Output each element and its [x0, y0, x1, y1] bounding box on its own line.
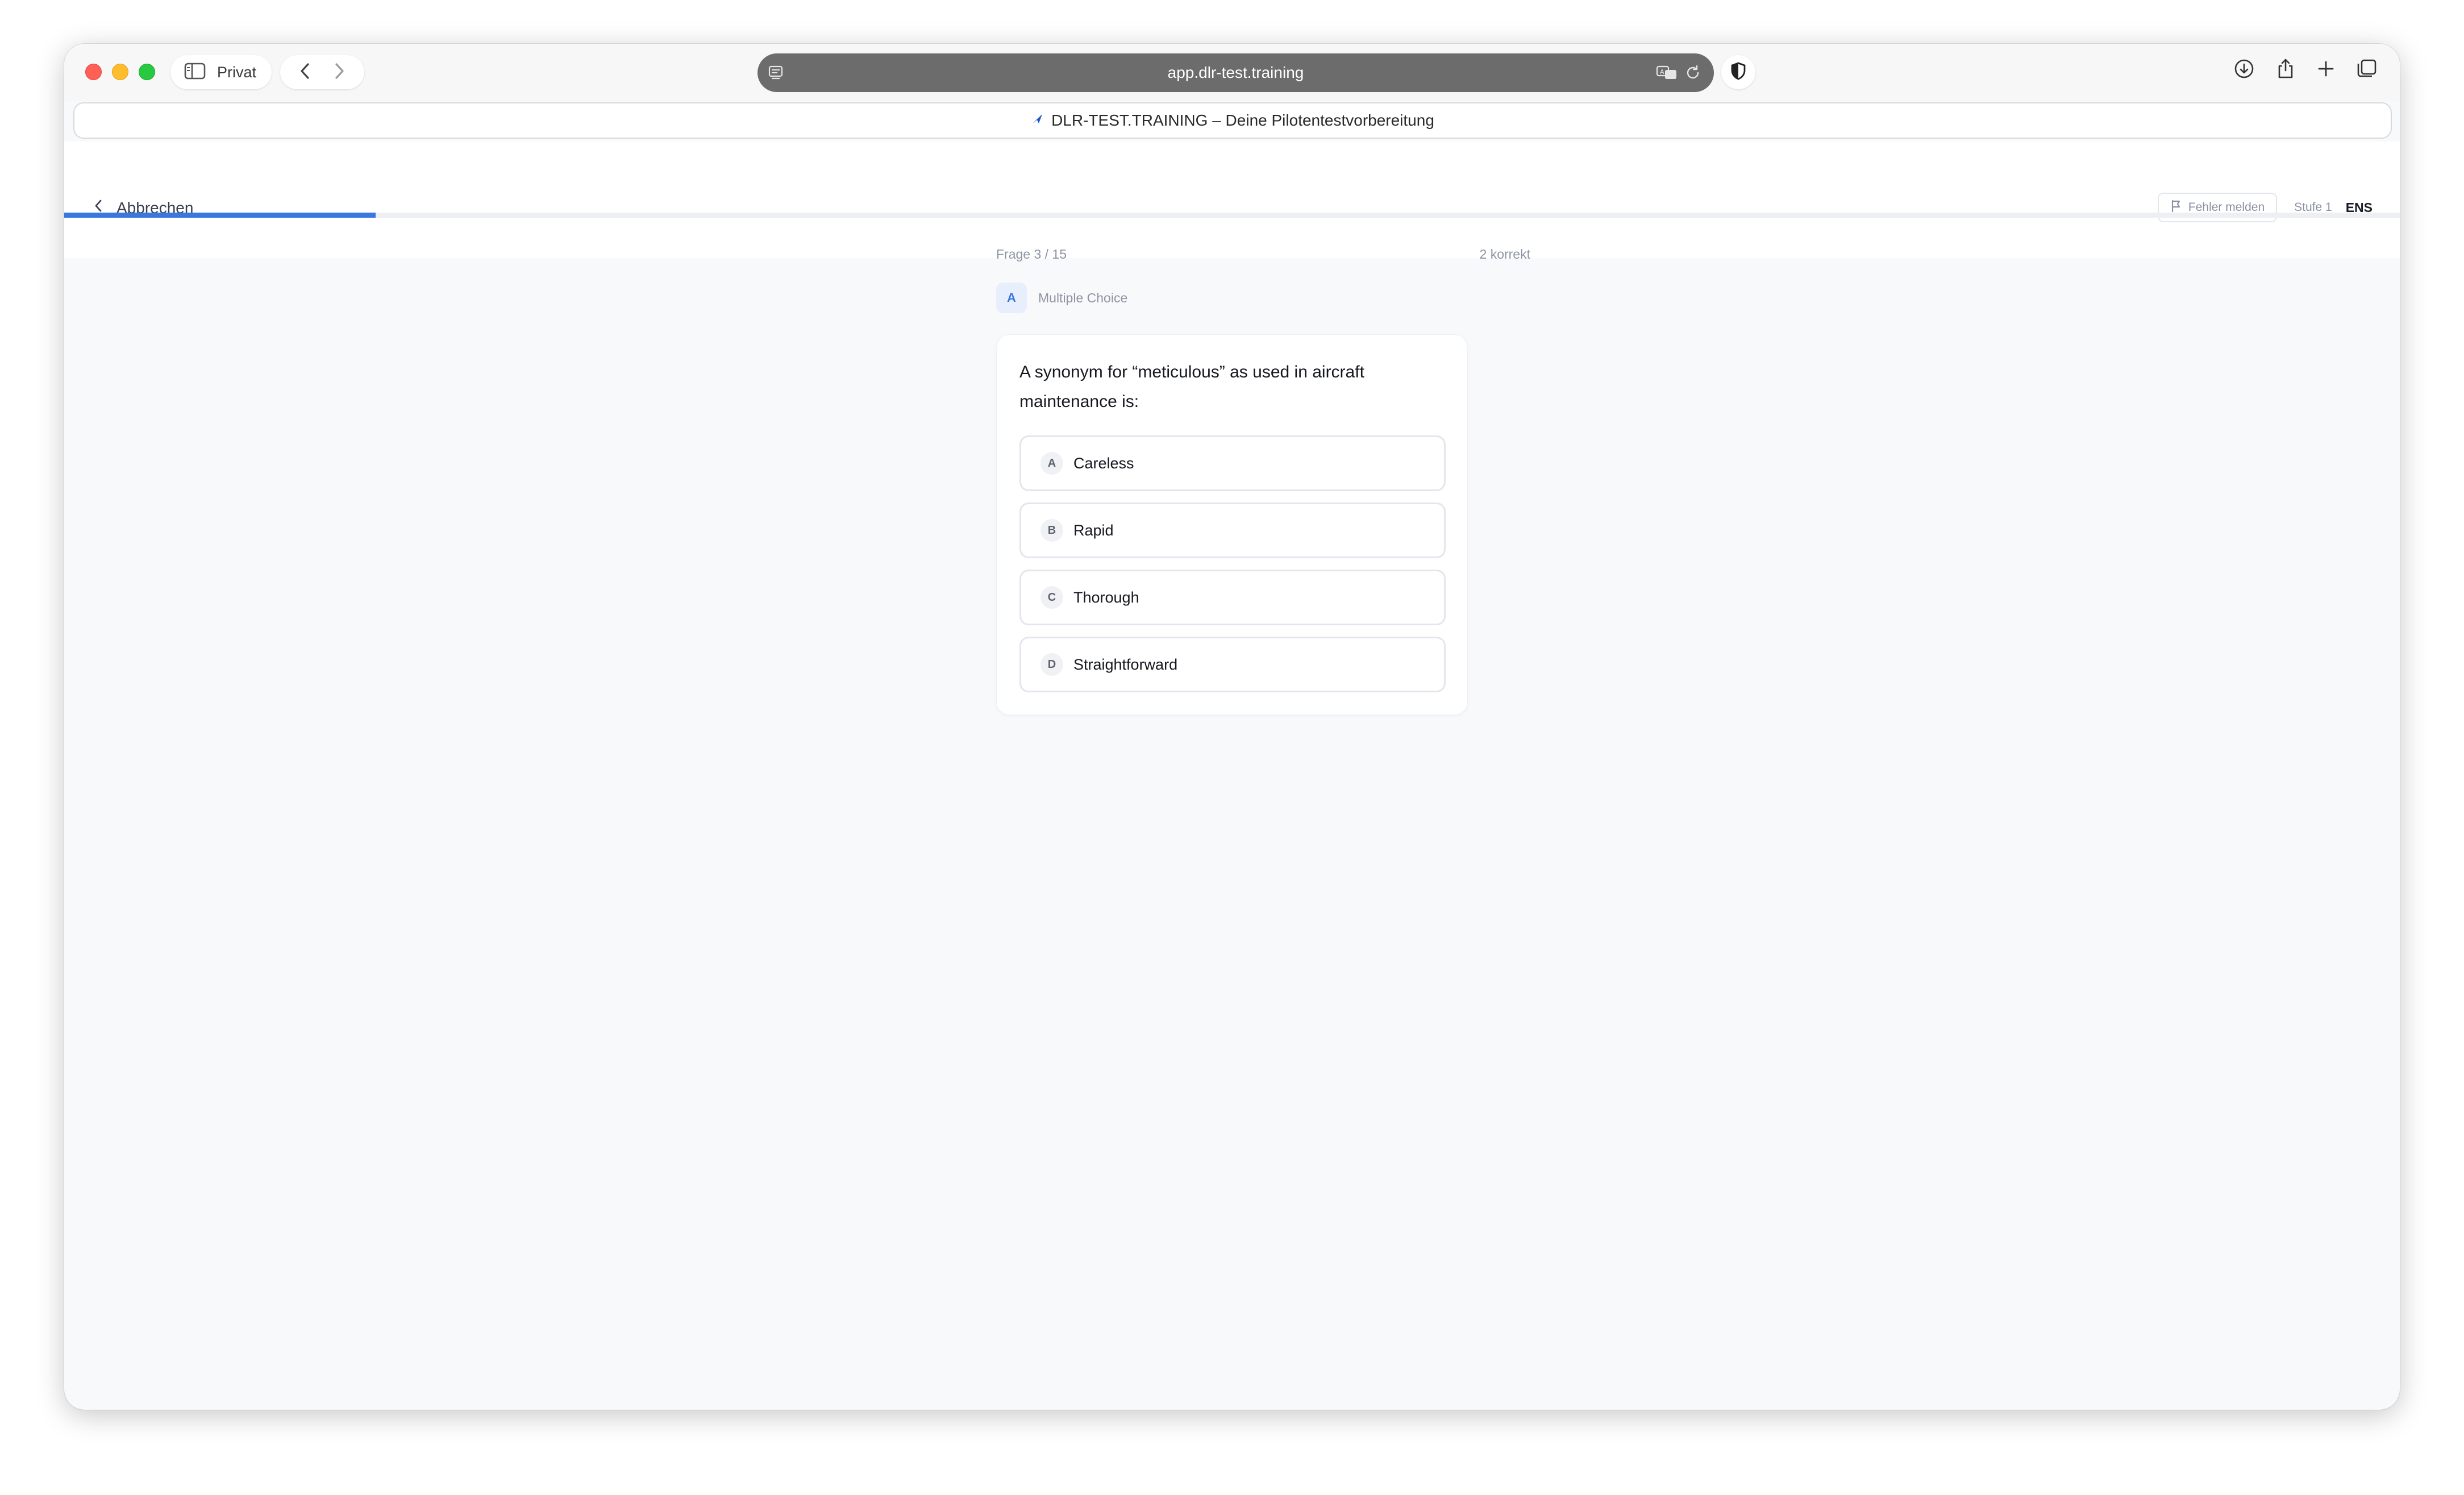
tab-title: DLR-TEST.TRAINING – Deine Pilotentestvor…: [1051, 111, 1434, 129]
sidebar-toggle-button[interactable]: Privat: [170, 55, 272, 89]
address-bar[interactable]: app.dlr-test.training A: [757, 53, 1714, 92]
reader-icon[interactable]: [768, 65, 784, 85]
question-card: A synonym for “meticulous” as used in ai…: [996, 334, 1468, 715]
report-error-button[interactable]: Fehler melden: [2157, 193, 2278, 222]
share-icon[interactable]: [2276, 58, 2295, 82]
active-tab[interactable]: DLR-TEST.TRAINING – Deine Pilotentestvor…: [73, 102, 2392, 139]
answer-option-d[interactable]: D Straightforward: [1019, 637, 1446, 692]
option-letter: A: [1040, 452, 1063, 475]
option-letter: C: [1040, 586, 1063, 609]
url-text: app.dlr-test.training: [1167, 64, 1304, 81]
option-text: Thorough: [1073, 588, 1139, 606]
svg-text:A: A: [1660, 68, 1664, 76]
toolbar-right-actions: [2234, 58, 2377, 82]
question-counter: Frage 3 / 15: [996, 247, 1067, 261]
app-header: Abbrechen Fehler melden Stufe 1 ENS: [64, 142, 2400, 259]
translate-icon[interactable]: A: [1656, 64, 1679, 85]
option-text: Rapid: [1073, 521, 1114, 539]
new-tab-icon[interactable]: [2317, 60, 2335, 81]
header-actions: Fehler melden Stufe 1 ENS: [2157, 193, 2373, 222]
question-type-label: Multiple Choice: [1038, 290, 1128, 305]
option-letter: B: [1040, 519, 1063, 542]
sidebar-icon: [184, 63, 206, 82]
browser-window: Privat app.dlr-test.training A DLR-TEST.…: [64, 44, 2400, 1410]
privacy-report-button[interactable]: [1721, 55, 1755, 89]
close-window-button[interactable]: [85, 64, 102, 80]
answer-option-a[interactable]: A Careless: [1019, 435, 1446, 491]
download-icon[interactable]: [2234, 59, 2254, 82]
question-type-badge: A: [996, 283, 1027, 313]
history-nav: [280, 55, 364, 89]
question-text: A synonym for “meticulous” as used in ai…: [1019, 363, 1364, 411]
back-icon[interactable]: [298, 62, 312, 83]
answer-option-c[interactable]: C Thorough: [1019, 570, 1446, 625]
option-text: Straightforward: [1073, 655, 1178, 673]
answer-option-b[interactable]: B Rapid: [1019, 503, 1446, 558]
option-text: Careless: [1073, 454, 1134, 472]
site-favicon-icon: [1031, 111, 1044, 130]
private-mode-label: Privat: [217, 63, 257, 81]
zoom-window-button[interactable]: [139, 64, 155, 80]
forward-icon[interactable]: [332, 62, 346, 83]
browser-toolbar: Privat app.dlr-test.training A: [64, 44, 2400, 101]
option-letter: D: [1040, 653, 1063, 676]
shield-icon: [1730, 61, 1747, 84]
minimize-window-button[interactable]: [112, 64, 128, 80]
question-type: A Multiple Choice: [996, 283, 1127, 313]
reload-icon[interactable]: [1684, 64, 1701, 85]
correct-count: 2 korrekt: [1479, 247, 1530, 261]
tab-overview-icon[interactable]: [2357, 59, 2377, 82]
quiz-progress-bar: [64, 213, 2400, 218]
quiz-progress-fill: [64, 213, 376, 218]
